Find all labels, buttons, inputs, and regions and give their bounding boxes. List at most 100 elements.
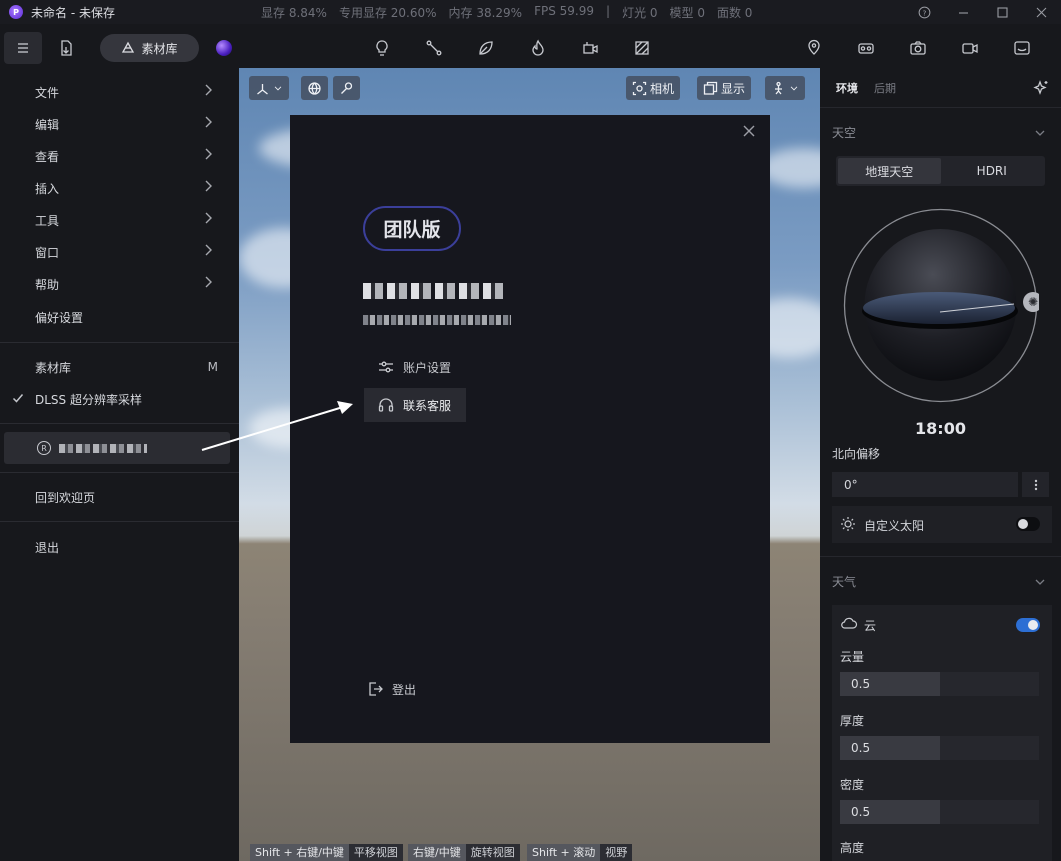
hint-rotate: 右键/中键 旋转视图	[408, 844, 520, 861]
density-slider[interactable]: 0.5	[840, 800, 1039, 824]
custom-sun-label: 自定义太阳	[864, 519, 925, 533]
sky-mode-hdri[interactable]: HDRI	[941, 158, 1044, 184]
menu-item-label: 回到欢迎页	[35, 490, 96, 505]
more-options-button[interactable]	[1022, 472, 1049, 497]
menu-item-exit[interactable]: 退出	[0, 531, 232, 563]
hint-action: 视野	[600, 844, 633, 861]
minimize-button[interactable]	[944, 0, 983, 24]
world-space-button[interactable]	[301, 76, 328, 100]
effects-tool-button[interactable]	[522, 32, 554, 64]
stat-lights: 灯光 0	[622, 6, 658, 20]
menu-item-insert[interactable]: 插入	[0, 172, 232, 204]
cloud-settings-card: 云 云量 0.5 厚度 0.5 密度 0.5 高度	[832, 605, 1052, 861]
logout-button[interactable]: 登出	[366, 680, 416, 698]
hamburger-menu-button[interactable]	[4, 32, 42, 64]
chevron-right-icon	[204, 148, 214, 162]
ai-sparkle-button[interactable]	[1033, 80, 1049, 99]
sky-mode-switch: 地理天空 HDRI	[836, 156, 1045, 186]
menu-item-window[interactable]: 窗口	[0, 236, 232, 268]
menu-item-library[interactable]: 素材库 M	[0, 351, 232, 383]
close-popup-button[interactable]	[742, 124, 758, 140]
ai-orb-icon[interactable]	[216, 40, 232, 56]
tab-environment[interactable]: 环境	[836, 80, 858, 96]
main-menu-panel: 文件 编辑 查看 插入 工具 窗口 帮助 偏好设置 素材库 M DLSS 超分辨率…	[0, 68, 239, 861]
chevron-down-icon	[274, 86, 282, 90]
svg-text:?: ?	[923, 8, 927, 17]
custom-sun-toggle[interactable]	[1016, 517, 1040, 531]
email-redacted	[363, 315, 511, 325]
menu-item-back-to-welcome[interactable]: 回到欢迎页	[0, 481, 232, 513]
cloud-amount-label: 云量	[840, 650, 865, 664]
panorama-button[interactable]	[1006, 32, 1038, 64]
menu-item-label: 编辑	[35, 117, 60, 132]
thickness-slider[interactable]: 0.5	[840, 736, 1039, 760]
snap-button[interactable]	[333, 76, 360, 100]
cloud-toggle[interactable]	[1016, 618, 1040, 632]
screenshot-button[interactable]	[902, 32, 934, 64]
height-label: 高度	[840, 841, 865, 855]
display-menu-button[interactable]: 显示	[697, 76, 752, 100]
vr-view-button[interactable]	[850, 32, 882, 64]
tab-postprocess[interactable]: 后期	[874, 80, 896, 96]
sky-mode-geo[interactable]: 地理天空	[838, 158, 941, 184]
camera-menu-button[interactable]: 相机	[626, 76, 681, 100]
help-icon[interactable]: ?	[905, 0, 944, 24]
map-location-button[interactable]	[798, 32, 830, 64]
chevron-down-icon	[790, 86, 798, 90]
import-file-button[interactable]	[50, 32, 82, 64]
section-tool-button[interactable]	[626, 32, 658, 64]
slider-value: 0.5	[851, 677, 871, 691]
account-popup: 团队版 账户设置 联系客服 登出	[290, 115, 770, 743]
plan-badge: 团队版	[363, 206, 461, 251]
weather-section-header[interactable]: 天气	[832, 573, 856, 590]
sky-section-header[interactable]: 天空	[832, 124, 856, 141]
file-import-icon	[61, 40, 72, 56]
slider-value: 0.5	[851, 741, 871, 755]
menu-item-file[interactable]: 文件	[0, 76, 232, 108]
display-layers-icon	[703, 81, 718, 95]
transform-gizmo-dropdown[interactable]	[249, 76, 289, 100]
cloud-amount-slider[interactable]: 0.5	[840, 672, 1039, 696]
chevron-right-icon	[204, 276, 214, 290]
hint-action: 平移视图	[348, 844, 403, 861]
flame-icon	[532, 39, 544, 56]
sun-position-dial[interactable]: ✺	[842, 207, 1039, 404]
custom-sun-row: 自定义太阳	[832, 506, 1052, 543]
light-tool-button[interactable]	[366, 32, 398, 64]
animation-icon	[583, 42, 598, 54]
performance-stats: 显存 8.84% 专用显存 20.60% 内存 38.29% FPS 59.99…	[261, 4, 764, 21]
camera-menu-label: 相机	[650, 81, 675, 96]
contact-support-button[interactable]: 联系客服	[364, 388, 466, 422]
hint-keys: Shift + 右键/中键	[250, 844, 349, 861]
kebab-menu-icon	[1034, 479, 1037, 490]
camera-icon	[910, 41, 926, 55]
vegetation-tool-button[interactable]	[470, 32, 502, 64]
hint-keys: Shift + 滚动	[527, 844, 601, 861]
account-settings-button[interactable]: 账户设置	[364, 350, 451, 384]
headset-icon	[378, 398, 394, 412]
video-button[interactable]	[954, 32, 986, 64]
close-icon	[743, 125, 755, 137]
character-dropdown[interactable]	[765, 76, 805, 100]
chevron-down-icon[interactable]	[1035, 575, 1045, 589]
chevron-down-icon[interactable]	[1035, 126, 1045, 140]
cloud-icon	[841, 617, 858, 629]
menu-item-preferences[interactable]: 偏好设置	[0, 301, 232, 333]
path-tool-button[interactable]	[418, 32, 450, 64]
menu-item-tools[interactable]: 工具	[0, 204, 232, 236]
menu-item-label: 素材库	[35, 360, 72, 375]
maximize-button[interactable]	[983, 0, 1022, 24]
menu-item-edit[interactable]: 编辑	[0, 108, 232, 140]
annotation-arrow	[201, 401, 353, 451]
menu-item-help[interactable]: 帮助	[0, 268, 232, 300]
contact-support-label: 联系客服	[403, 398, 452, 413]
menu-divider	[0, 342, 239, 343]
animation-tool-button[interactable]	[574, 32, 606, 64]
close-window-button[interactable]	[1022, 0, 1061, 24]
hamburger-icon	[18, 43, 28, 53]
menu-item-view[interactable]: 查看	[0, 140, 232, 172]
logout-label: 登出	[392, 682, 417, 697]
display-menu-label: 显示	[721, 81, 746, 96]
north-offset-input[interactable]: 0°	[832, 472, 1018, 497]
library-button[interactable]: 素材库	[100, 34, 199, 62]
